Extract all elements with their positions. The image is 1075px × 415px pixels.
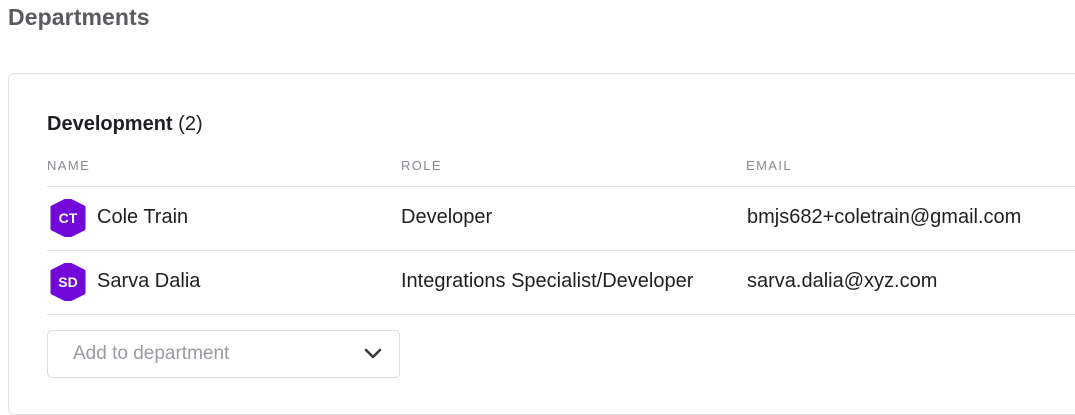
- chevron-down-icon[interactable]: [364, 346, 382, 360]
- column-header-name: NAME: [47, 158, 91, 173]
- column-header-email: EMAIL: [746, 158, 793, 173]
- department-member-count: (2): [178, 113, 203, 135]
- member-name[interactable]: Cole Train: [97, 206, 188, 229]
- page-title: Departments: [8, 4, 150, 30]
- table-row[interactable]: SD Sarva Dalia Integrations Specialist/D…: [47, 250, 1075, 315]
- add-to-department-placeholder: Add to department: [73, 343, 230, 364]
- department-heading: Development (2): [47, 113, 203, 136]
- member-name[interactable]: Sarva Dalia: [97, 270, 200, 293]
- avatar: SD: [50, 263, 86, 301]
- avatar: CT: [50, 199, 86, 237]
- department-name: Development: [47, 113, 173, 135]
- member-role: Integrations Specialist/Developer: [401, 270, 694, 292]
- avatar-initials: CT: [58, 210, 78, 226]
- column-header-role: ROLE: [401, 158, 443, 173]
- department-card: Development (2) NAME ROLE EMAIL CT Cole …: [8, 73, 1075, 415]
- add-to-department-select[interactable]: Add to department: [47, 330, 400, 378]
- avatar-initials: SD: [58, 274, 78, 290]
- table-row[interactable]: CT Cole Train Developer bmjs682+coletrai…: [47, 186, 1075, 250]
- member-email: bmjs682+coletrain@gmail.com: [747, 206, 1022, 228]
- member-email: sarva.dalia@xyz.com: [747, 270, 938, 292]
- member-role: Developer: [401, 206, 493, 228]
